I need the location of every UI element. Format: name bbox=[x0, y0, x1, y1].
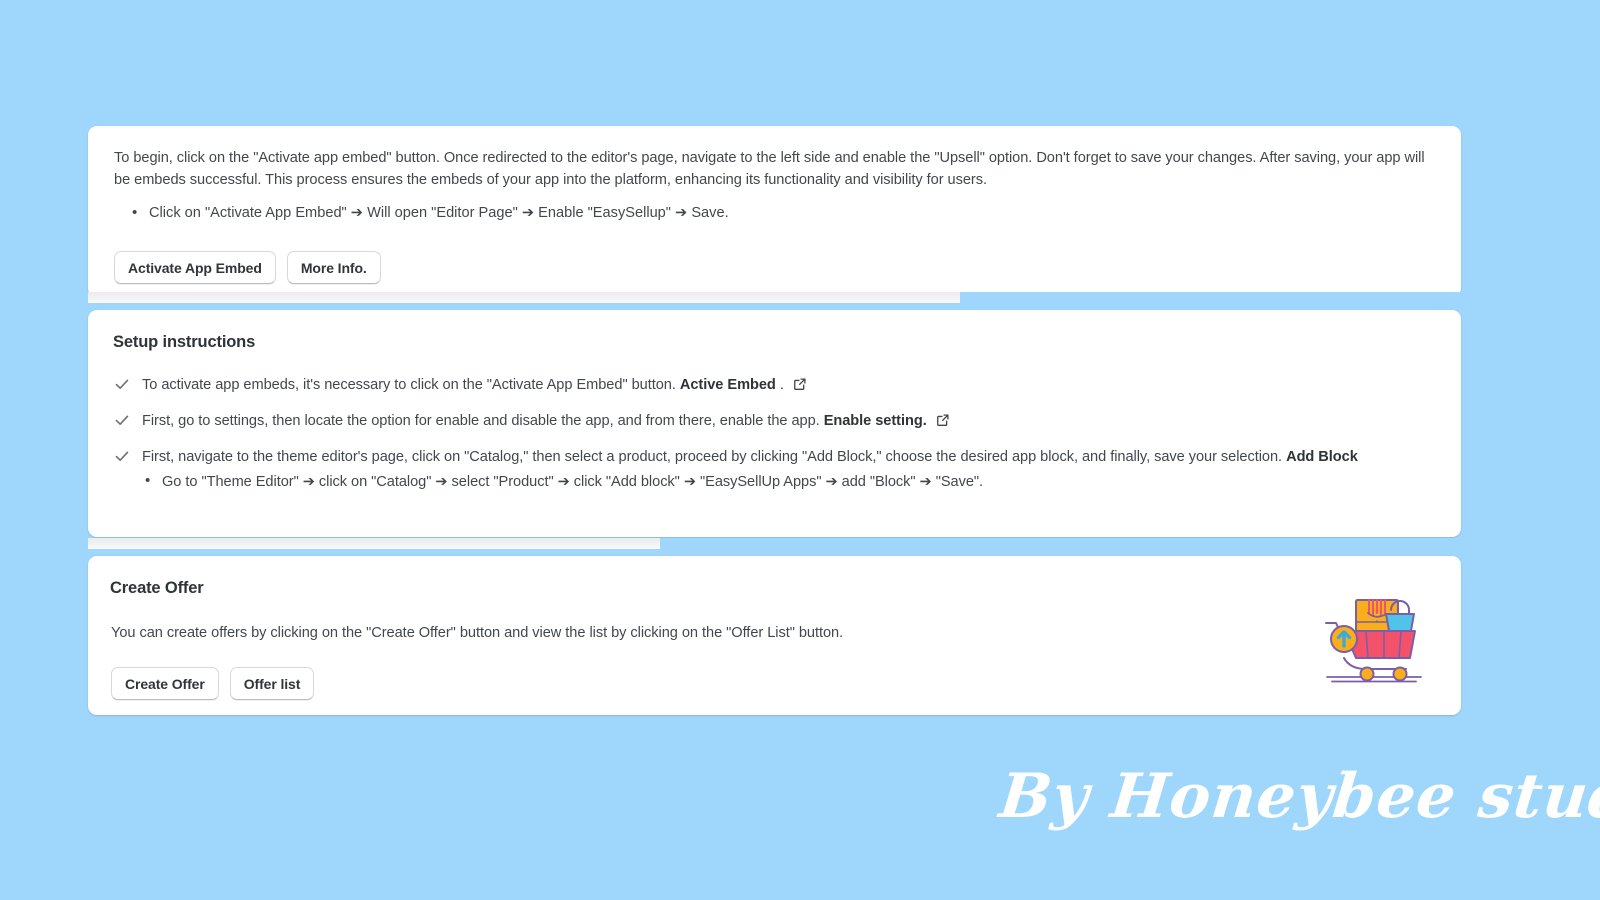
list-item: First, navigate to the theme editor's pa… bbox=[110, 447, 1435, 493]
embed-button-row: Activate App Embed More Info. bbox=[114, 251, 1435, 284]
theme-editor-steps-list: Go to "Theme Editor" ➔ click on "Catalog… bbox=[142, 470, 1435, 493]
instruction-text: First, go to settings, then locate the o… bbox=[142, 413, 820, 429]
card-gap-band-2-blue bbox=[660, 538, 1461, 549]
offer-list-button[interactable]: Offer list bbox=[229, 667, 315, 700]
activate-app-embed-card: To begin, click on the "Activate app emb… bbox=[88, 126, 1461, 297]
list-item: First, go to settings, then locate the o… bbox=[110, 411, 1435, 432]
instruction-trailing: . bbox=[779, 377, 784, 393]
honeybee-studio-signature: By Honeybee studio bbox=[996, 761, 1600, 832]
add-block-link[interactable]: Add Block bbox=[1286, 449, 1358, 465]
embed-intro-paragraph: To begin, click on the "Activate app emb… bbox=[114, 150, 1425, 188]
check-icon bbox=[114, 412, 130, 428]
more-info-button[interactable]: More Info. bbox=[286, 251, 381, 284]
list-item: Go to "Theme Editor" ➔ click on "Catalog… bbox=[142, 470, 1435, 493]
check-icon bbox=[114, 376, 130, 392]
external-link-icon[interactable] bbox=[936, 413, 950, 427]
create-offer-description: You can create offers by clicking on the… bbox=[111, 625, 844, 641]
enable-setting-link[interactable]: Enable setting. bbox=[824, 413, 927, 429]
list-item: Click on "Activate App Embed" ➔ Will ope… bbox=[114, 202, 1435, 224]
embed-bullet-list: Click on "Activate App Embed" ➔ Will ope… bbox=[114, 202, 1435, 224]
active-embed-link[interactable]: Active Embed bbox=[680, 377, 776, 393]
activate-app-embed-button[interactable]: Activate App Embed bbox=[114, 251, 276, 284]
setup-instructions-list: To activate app embeds, it's necessary t… bbox=[110, 375, 1435, 493]
external-link-icon[interactable] bbox=[793, 377, 807, 391]
instruction-text: First, navigate to the theme editor's pa… bbox=[142, 449, 1283, 465]
shopping-cart-illustration bbox=[1322, 582, 1426, 686]
offer-button-row: Create Offer Offer list bbox=[111, 667, 1435, 700]
create-offer-button[interactable]: Create Offer bbox=[111, 667, 219, 700]
setup-instructions-card: Setup instructions To activate app embed… bbox=[88, 310, 1461, 537]
card-gap-band-1-blue bbox=[960, 292, 1461, 303]
check-icon bbox=[114, 448, 130, 464]
create-offer-title: Create Offer bbox=[110, 579, 204, 597]
create-offer-card: Create Offer You can create offers by cl… bbox=[88, 556, 1461, 715]
instruction-text: To activate app embeds, it's necessary t… bbox=[142, 377, 676, 393]
page-title: Setup instructions bbox=[113, 333, 256, 351]
list-item: To activate app embeds, it's necessary t… bbox=[110, 375, 1435, 396]
